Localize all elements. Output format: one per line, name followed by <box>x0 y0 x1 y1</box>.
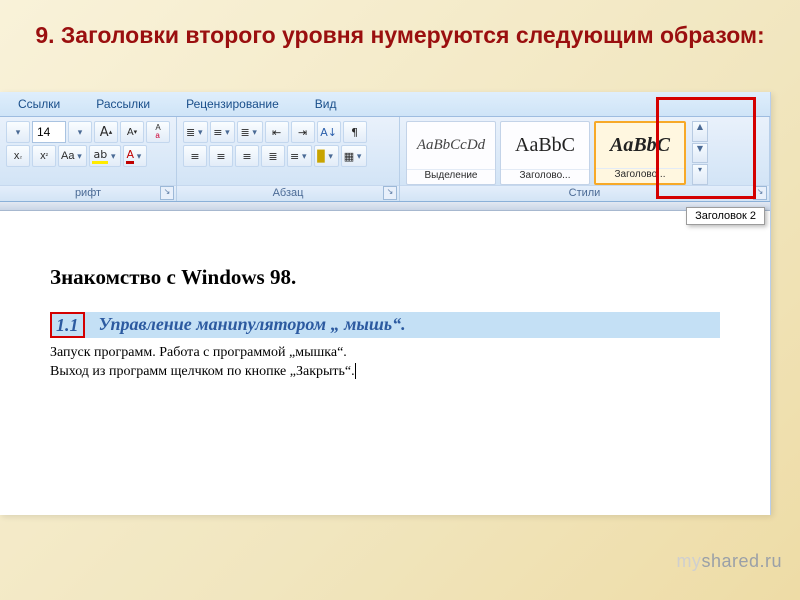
group-font-label: рифт ↘ <box>0 185 176 201</box>
font-color-button[interactable]: A▾ <box>123 145 147 167</box>
doc-heading2-row: 1.1 Управление манипулятором „ мышь“. <box>50 312 770 338</box>
subscript-button[interactable]: x₂ <box>6 145 30 167</box>
styles-scroll-up[interactable]: ▲ <box>692 121 708 142</box>
styles-scroll-down[interactable]: ▼ <box>692 143 708 164</box>
slide-title: 9. Заголовки второго уровня нумеруются с… <box>0 22 800 49</box>
increase-indent-button[interactable]: ⇥ <box>291 121 315 143</box>
text-cursor <box>355 363 356 379</box>
justify-button[interactable]: ≣ <box>261 145 285 167</box>
superscript-button[interactable]: x² <box>32 145 56 167</box>
style-item-heading2[interactable]: AaBbC Заголово... <box>594 121 686 185</box>
change-case-button[interactable]: Aa▾ <box>58 145 87 167</box>
doc-body-text: Запуск программ. Работа с программой „мы… <box>50 344 770 382</box>
styles-gallery-scroll: ▲ ▼ ▾ <box>692 121 708 185</box>
font-size-field[interactable]: 14 <box>32 121 66 143</box>
tab-review[interactable]: Рецензирование <box>168 92 297 116</box>
doc-heading2-text: Управление манипулятором „ мышь“. <box>85 312 721 338</box>
group-paragraph-label: Абзац ↘ <box>177 185 399 201</box>
word-screenshot: Ссылки Рассылки Рецензирование Вид ▾ 14 … <box>0 92 771 515</box>
align-center-button[interactable]: ≡ <box>209 145 233 167</box>
styles-gallery-expand[interactable]: ▾ <box>692 164 708 185</box>
numbering-button[interactable]: ≡▾ <box>210 121 235 143</box>
sort-button[interactable]: A↓ <box>317 121 341 143</box>
group-paragraph: ≣▾ ≡▾ ≣▾ ⇤ ⇥ A↓ ¶ ≡ ≡ ≡ ≣ ≡▾ ▉▾ ▦▾ <box>177 117 400 201</box>
group-font: ▾ 14 ▾ A▴ A▾ Aa x₂ x² Aa▾ ab▾ A▾ рифт ↘ <box>0 117 177 201</box>
style-tooltip: Заголовок 2 <box>686 207 765 225</box>
tab-view[interactable]: Вид <box>297 92 355 116</box>
borders-button[interactable]: ▦▾ <box>341 145 367 167</box>
style-name-label: Выделение <box>407 169 495 184</box>
style-name-label: Заголово... <box>596 168 684 183</box>
highlight-button[interactable]: ab▾ <box>89 145 121 167</box>
multilevel-list-button[interactable]: ≣▾ <box>237 121 262 143</box>
align-left-button[interactable]: ≡ <box>183 145 207 167</box>
font-family-dropdown[interactable]: ▾ <box>6 121 30 143</box>
watermark: myshared.ru <box>676 551 782 572</box>
font-launcher-icon[interactable]: ↘ <box>160 186 174 200</box>
grow-font-button[interactable]: A▴ <box>94 121 118 143</box>
tab-references[interactable]: Ссылки <box>0 92 78 116</box>
clear-formatting-button[interactable]: Aa <box>146 121 170 143</box>
styles-launcher-icon[interactable]: ↘ <box>753 186 767 200</box>
group-styles: AaBbCcDd Выделение AaBbC Заголово... AaB… <box>400 117 770 201</box>
style-sample: AaBbC <box>596 123 684 168</box>
doc-chapter-title: Знакомство с Windows 98. <box>50 265 770 290</box>
style-item-heading1[interactable]: AaBbC Заголово... <box>500 121 590 185</box>
style-name-label: Заголово... <box>501 169 589 184</box>
bullets-button[interactable]: ≣▾ <box>183 121 208 143</box>
shrink-font-button[interactable]: A▾ <box>120 121 144 143</box>
ribbon-tabs: Ссылки Рассылки Рецензирование Вид <box>0 92 770 117</box>
ruler <box>0 202 770 211</box>
body-line-2: Выход из программ щелчком по кнопке „Зак… <box>50 364 355 379</box>
font-size-dropdown[interactable]: ▾ <box>68 121 92 143</box>
tab-mailings[interactable]: Рассылки <box>78 92 168 116</box>
show-marks-button[interactable]: ¶ <box>343 121 367 143</box>
align-right-button[interactable]: ≡ <box>235 145 259 167</box>
ribbon: ▾ 14 ▾ A▴ A▾ Aa x₂ x² Aa▾ ab▾ A▾ рифт ↘ <box>0 117 770 202</box>
shading-button[interactable]: ▉▾ <box>314 145 338 167</box>
heading-number-highlight: 1.1 <box>50 312 85 338</box>
style-sample: AaBbCcDd <box>407 122 495 169</box>
body-line-1: Запуск программ. Работа с программой „мы… <box>50 345 347 360</box>
paragraph-launcher-icon[interactable]: ↘ <box>383 186 397 200</box>
style-item-emphasis[interactable]: AaBbCcDd Выделение <box>406 121 496 185</box>
group-styles-label: Стили ↘ <box>400 185 769 201</box>
decrease-indent-button[interactable]: ⇤ <box>265 121 289 143</box>
document-area[interactable]: Знакомство с Windows 98. 1.1 Управление … <box>0 211 770 515</box>
line-spacing-button[interactable]: ≡▾ <box>287 145 312 167</box>
style-sample: AaBbC <box>501 122 589 169</box>
